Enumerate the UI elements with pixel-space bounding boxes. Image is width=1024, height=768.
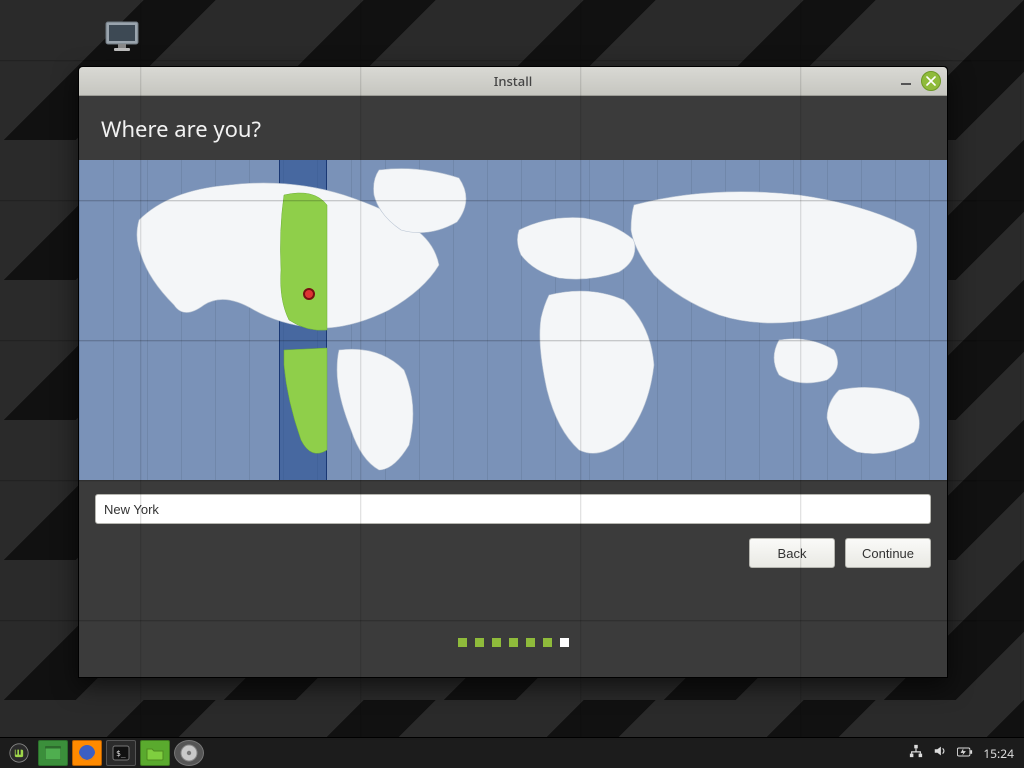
progress-dot <box>543 638 552 647</box>
selected-timezone-band <box>279 160 327 480</box>
button-row: Back Continue <box>79 524 947 568</box>
timezone-input[interactable] <box>95 494 931 524</box>
timezone-gridlines <box>79 160 947 480</box>
window-title: Install <box>494 72 533 90</box>
file-manager-icon <box>43 743 63 763</box>
taskbar: $_ <box>0 737 1024 768</box>
taskbar-installer-launcher[interactable] <box>174 740 204 766</box>
window-titlebar[interactable]: Install <box>79 67 947 96</box>
speaker-icon <box>933 744 947 758</box>
volume-status-icon[interactable] <box>933 744 947 762</box>
taskbar-terminal-launcher[interactable]: $_ <box>106 740 136 766</box>
progress-dot <box>526 638 535 647</box>
folder-icon <box>145 743 165 763</box>
timezone-map[interactable] <box>79 160 947 480</box>
network-status-icon[interactable] <box>909 744 923 762</box>
installer-window: Install Where are you? <box>78 66 948 678</box>
progress-dot <box>560 638 569 647</box>
window-close-button[interactable] <box>921 71 941 91</box>
start-menu-button[interactable] <box>4 741 34 765</box>
desktop-computer-icon[interactable] <box>100 20 144 64</box>
mint-logo-icon <box>9 743 29 763</box>
back-button[interactable]: Back <box>749 538 835 568</box>
monitor-icon <box>102 20 142 54</box>
progress-dot <box>475 638 484 647</box>
battery-icon <box>957 746 973 758</box>
step-heading: Where are you? <box>79 96 947 160</box>
location-pin-icon <box>303 288 315 300</box>
disc-icon <box>179 743 199 763</box>
continue-button[interactable]: Continue <box>845 538 931 568</box>
firefox-icon <box>77 743 97 763</box>
battery-status-icon[interactable] <box>957 745 973 762</box>
terminal-icon: $_ <box>111 743 131 763</box>
taskbar-files-launcher[interactable] <box>38 740 68 766</box>
progress-dot <box>509 638 518 647</box>
svg-text:$_: $_ <box>116 749 126 758</box>
progress-dot <box>492 638 501 647</box>
world-map-svg <box>79 160 947 480</box>
taskbar-folder-launcher[interactable] <box>140 740 170 766</box>
panel-clock[interactable]: 15:24 <box>983 745 1014 762</box>
progress-dot <box>458 638 467 647</box>
wired-network-icon <box>909 744 923 758</box>
step-progress <box>79 607 947 677</box>
form-area <box>79 480 947 524</box>
close-icon <box>926 76 936 86</box>
desktop-background: Install Where are you? <box>0 0 1024 738</box>
taskbar-firefox-launcher[interactable] <box>72 740 102 766</box>
window-minimize-button[interactable] <box>899 74 913 88</box>
